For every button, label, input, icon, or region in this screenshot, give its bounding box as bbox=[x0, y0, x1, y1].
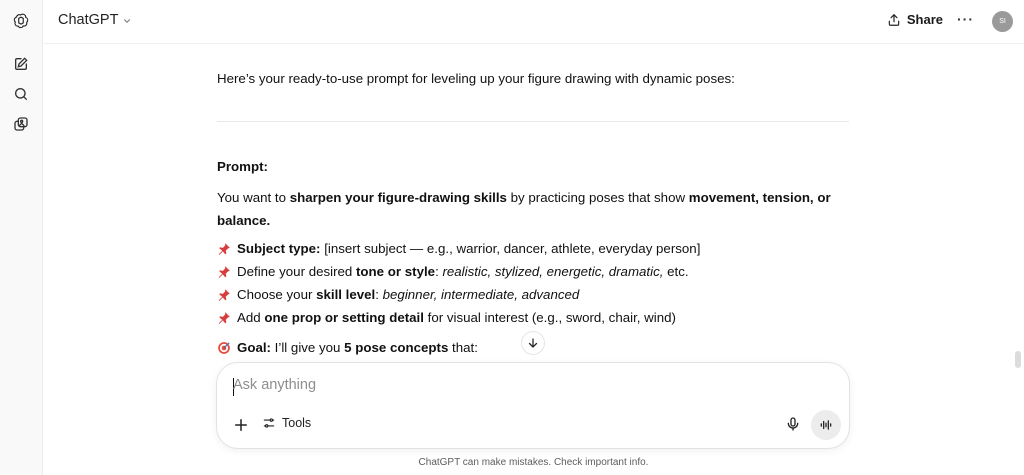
pushpin-icon bbox=[218, 266, 230, 278]
list-item: Define your desired tone or style: reali… bbox=[217, 262, 689, 282]
more-options-button[interactable]: ··· bbox=[957, 11, 974, 27]
model-name: ChatGPT bbox=[58, 12, 119, 28]
voice-mode-button[interactable] bbox=[811, 410, 841, 440]
share-label: Share bbox=[906, 12, 943, 27]
bullet-italic: realistic, stylized, energetic, dramatic… bbox=[442, 264, 664, 279]
share-button[interactable]: Share bbox=[887, 12, 943, 27]
waveform-icon bbox=[820, 420, 832, 430]
chevron-down-icon bbox=[124, 18, 131, 23]
bullet-text: Define your desired bbox=[237, 264, 356, 279]
pushpin-icon bbox=[218, 289, 230, 301]
model-selector[interactable]: ChatGPT bbox=[58, 12, 132, 28]
goal-text: I’ll give you bbox=[270, 340, 345, 355]
new-chat-icon[interactable] bbox=[11, 54, 31, 74]
library-icon[interactable] bbox=[11, 114, 31, 134]
plus-icon[interactable] bbox=[232, 416, 250, 434]
sidebar-rail bbox=[0, 0, 43, 475]
message-intro: Here’s your ready-to-use prompt for leve… bbox=[217, 71, 735, 86]
goal-bold: 5 pose concepts bbox=[344, 340, 449, 355]
goal-text: that: bbox=[448, 340, 478, 355]
search-icon[interactable] bbox=[11, 84, 31, 104]
arrow-down-icon bbox=[528, 338, 538, 348]
pushpin-icon bbox=[218, 312, 230, 324]
disclaimer: ChatGPT can make mistakes. Check importa… bbox=[418, 457, 649, 468]
tools-sliders-icon bbox=[263, 418, 275, 428]
tools-label: Tools bbox=[282, 416, 312, 430]
share-icon bbox=[888, 13, 900, 26]
avatar[interactable]: SI bbox=[992, 11, 1013, 32]
prompt-heading: Prompt: bbox=[217, 159, 268, 174]
para-text: You want to bbox=[217, 190, 290, 205]
bullet-bold: Subject type: bbox=[237, 241, 321, 256]
list-item: Choose your skill level: beginner, inter… bbox=[217, 285, 579, 305]
bullet-bold: one prop or setting detail bbox=[264, 310, 424, 325]
bullet-text: : bbox=[375, 287, 383, 302]
composer: Tools bbox=[216, 362, 850, 449]
scrollbar-thumb[interactable] bbox=[1015, 351, 1021, 368]
goal-bold: Goal: bbox=[237, 340, 271, 355]
scroll-to-bottom-button[interactable] bbox=[521, 331, 545, 355]
para-bold: sharpen your figure-drawing skills bbox=[289, 190, 507, 205]
prompt-paragraph: You want to sharpen your figure-drawing … bbox=[217, 186, 837, 232]
target-icon bbox=[218, 342, 230, 354]
list-item: Subject type: [insert subject — e.g., wa… bbox=[217, 239, 700, 259]
bullet-text: Add bbox=[237, 310, 265, 325]
tools-button[interactable]: Tools bbox=[262, 416, 311, 430]
divider bbox=[217, 121, 849, 122]
microphone-icon[interactable] bbox=[785, 415, 801, 433]
openai-logo-icon[interactable] bbox=[11, 11, 31, 31]
pushpin-icon bbox=[218, 243, 230, 255]
bullet-text: for visual interest (e.g., sword, chair,… bbox=[423, 310, 676, 325]
bullet-bold: tone or style bbox=[356, 264, 436, 279]
bullet-text: Choose your bbox=[237, 287, 317, 302]
bullet-italic: beginner, intermediate, advanced bbox=[382, 287, 580, 302]
para-text: by practicing poses that show bbox=[506, 190, 689, 205]
bullet-bold: skill level bbox=[316, 287, 376, 302]
bullet-text: etc. bbox=[663, 264, 689, 279]
prompt-input[interactable] bbox=[233, 377, 813, 393]
top-bar: ChatGPT Share ··· SI bbox=[43, 0, 1024, 44]
bullet-text: [insert subject — e.g., warrior, dancer,… bbox=[320, 241, 701, 256]
goal-line: Goal: I’ll give you 5 pose concepts that… bbox=[217, 338, 478, 358]
list-item: Add one prop or setting detail for visua… bbox=[217, 308, 676, 328]
